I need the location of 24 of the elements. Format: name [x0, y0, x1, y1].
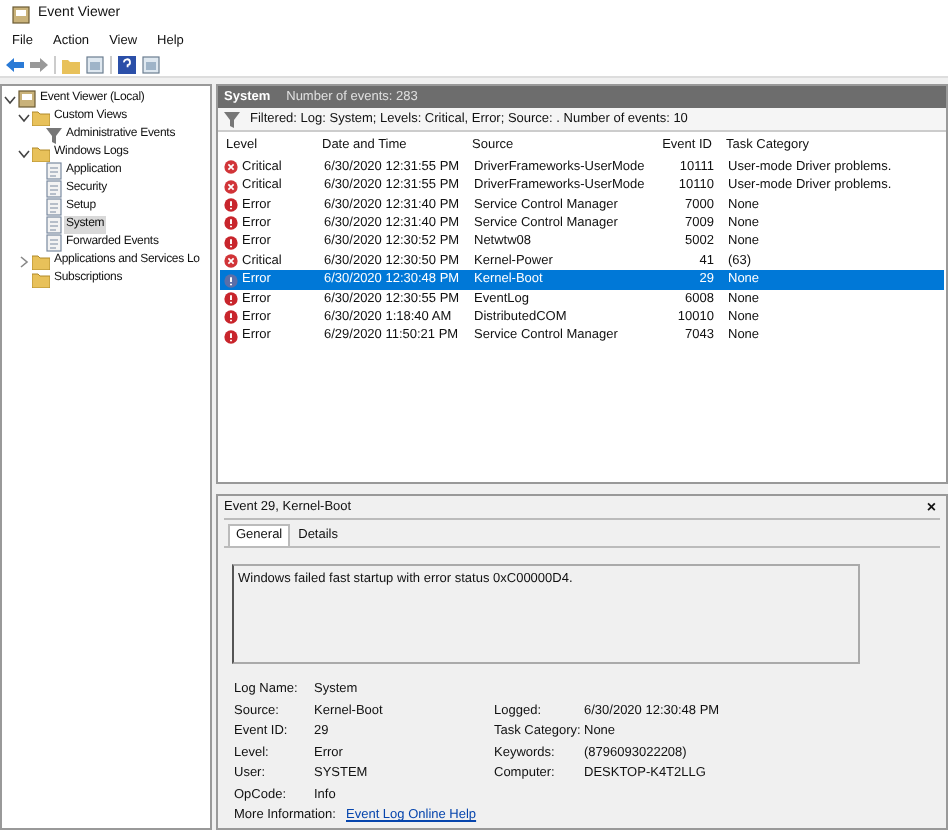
forward-arrow-icon[interactable] — [30, 57, 48, 71]
folder-icon — [32, 145, 50, 161]
critical-icon — [224, 160, 238, 175]
panel-icon[interactable] — [142, 55, 160, 73]
error-icon — [224, 329, 238, 344]
error-icon — [224, 273, 238, 288]
back-arrow-icon[interactable] — [6, 57, 24, 71]
help-icon[interactable] — [118, 55, 136, 73]
critical-icon — [224, 179, 238, 194]
error-icon — [224, 235, 238, 250]
viewer-icon — [18, 90, 36, 108]
error-icon — [224, 310, 238, 325]
viewer-icon — [12, 6, 30, 24]
close-button[interactable]: × — [922, 499, 940, 515]
error-icon — [224, 291, 238, 306]
panel-icon[interactable] — [86, 55, 104, 73]
folder-icon — [32, 109, 50, 125]
error-icon — [224, 216, 238, 231]
expander-icon[interactable] — [18, 147, 30, 159]
critical-icon — [224, 254, 238, 269]
error-icon — [224, 197, 238, 212]
expander-icon[interactable] — [18, 111, 30, 123]
expander-icon[interactable] — [4, 93, 16, 105]
filter-icon — [46, 127, 62, 143]
